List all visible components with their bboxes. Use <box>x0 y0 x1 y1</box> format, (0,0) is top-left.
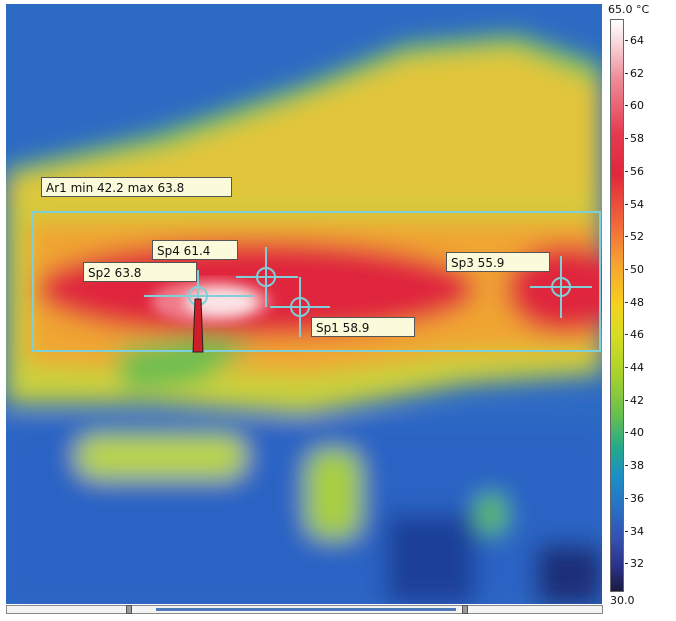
scale-tick-label: 64 <box>630 34 644 47</box>
scale-tick-label: 56 <box>630 164 644 178</box>
spot-sp2-label[interactable]: Sp2 63.8 <box>83 262 197 282</box>
scale-max-label: 65.0 °C <box>608 3 650 16</box>
scale-min-label: 30.0 <box>610 594 635 607</box>
scale-tick-mark <box>625 367 628 368</box>
scale-tick-label: 50 <box>630 262 644 276</box>
scale-tick-label: 60 <box>630 99 644 113</box>
scale-tick-label: 42 <box>630 393 644 407</box>
thermal-image[interactable]: Ar1 min 42.2 max 63.8 Sp4 61.4 Sp2 63.8 … <box>6 4 602 604</box>
scale-tick-mark <box>625 334 628 336</box>
scroll-right-handle[interactable] <box>462 605 468 614</box>
scale-tick-mark <box>625 105 628 107</box>
scale-tick-label: 32 <box>630 557 644 571</box>
scale-tick-mark <box>625 40 628 41</box>
scale-tick-mark <box>625 138 628 140</box>
scale-tick-mark <box>625 236 628 238</box>
spot-sp3-label[interactable]: Sp3 55.9 <box>446 252 550 272</box>
scale-tick-mark <box>625 268 628 270</box>
scale-tick-mark <box>625 301 628 303</box>
scale-tick-mark <box>625 497 628 499</box>
spot-sp1-label[interactable]: Sp1 58.9 <box>311 317 415 337</box>
spot-sp4-label[interactable]: Sp4 61.4 <box>152 240 238 260</box>
scale-tick-mark <box>625 465 628 467</box>
area-ar1-label[interactable]: Ar1 min 42.2 max 63.8 <box>41 177 232 197</box>
thermal-heatmap <box>6 4 602 604</box>
scale-tick-mark <box>625 432 628 434</box>
scroll-range-track[interactable] <box>156 608 456 611</box>
scale-tick-mark <box>625 72 628 74</box>
scale-tick-label: 62 <box>630 66 644 80</box>
scale-tick-label: 44 <box>630 361 644 374</box>
horizontal-scrollbar[interactable] <box>6 605 603 614</box>
scale-tick-label: 46 <box>630 328 644 342</box>
scale-tick-mark <box>625 399 628 401</box>
color-scale-bar <box>610 19 624 592</box>
scale-tick-mark <box>625 170 628 172</box>
scale-tick-label: 58 <box>630 132 644 146</box>
scale-tick-label: 40 <box>630 426 644 440</box>
scale-tick-label: 52 <box>630 230 644 244</box>
scale-tick-label: 38 <box>630 459 644 473</box>
scale-tick-mark <box>625 203 628 205</box>
scale-tick-label: 34 <box>630 524 644 538</box>
scroll-left-handle[interactable] <box>126 605 132 614</box>
scale-tick-label: 48 <box>630 295 644 309</box>
scale-tick-label: 54 <box>630 197 644 211</box>
scale-tick-mark <box>625 563 628 565</box>
temperature-scale: 65.0 °C 64 62 60 58 56 54 52 50 48 46 44 42 40 38 36 34… <box>607 0 676 621</box>
scale-tick-mark <box>625 530 628 532</box>
scale-tick-label: 36 <box>630 491 644 505</box>
